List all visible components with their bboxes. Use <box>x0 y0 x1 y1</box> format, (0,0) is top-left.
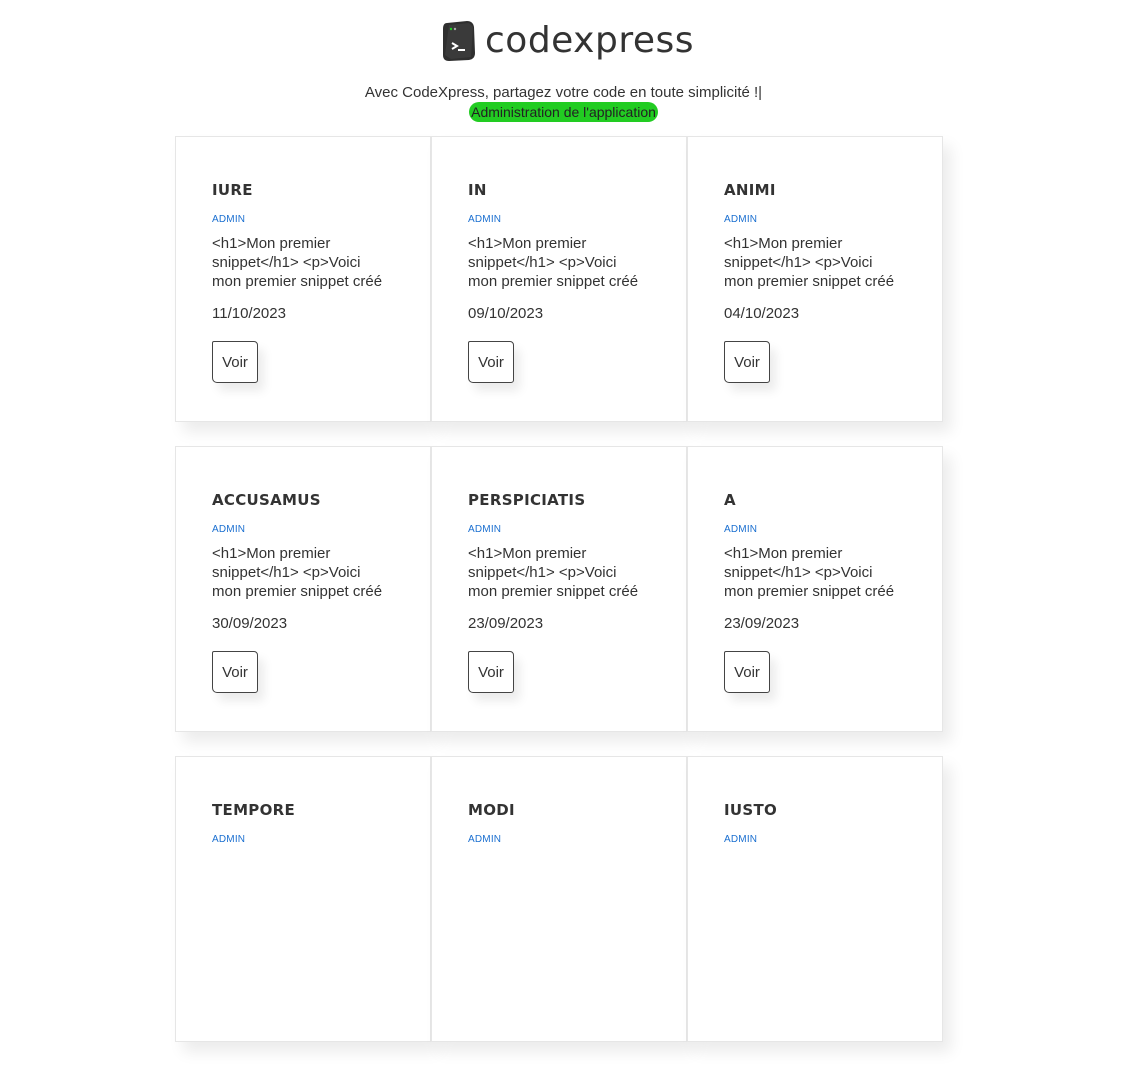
card-author: ADMIN <box>212 214 246 225</box>
card-title: PERSPICIATIS <box>468 491 586 509</box>
card-author: ADMIN <box>724 524 758 535</box>
card-title: A <box>724 491 736 509</box>
card-excerpt: <h1>Mon premier snippet</h1> <p>Voici mo… <box>724 235 895 290</box>
card-author: ADMIN <box>212 834 246 845</box>
card-excerpt: <h1>Mon premier snippet</h1> <p>Voici mo… <box>724 545 895 600</box>
card-title: IURE <box>212 181 253 199</box>
card-author: ADMIN <box>468 524 502 535</box>
card-excerpt: <h1>Mon premier snippet</h1> <p>Voici mo… <box>212 235 383 290</box>
brand-name: codexpress <box>485 20 695 61</box>
card-title: TEMPORE <box>212 801 296 819</box>
snippet-row: ACCUSAMUS ADMIN <h1>Mon premier snippet<… <box>175 446 943 732</box>
card-excerpt: <h1>Mon premier snippet</h1> <p>Voici mo… <box>468 545 639 600</box>
card-author: ADMIN <box>468 834 502 845</box>
view-button[interactable]: Voir <box>212 341 258 383</box>
card-author: ADMIN <box>724 834 758 845</box>
admin-link-container: Administration de l'application <box>0 102 1127 122</box>
admin-link[interactable]: Administration de l'application <box>469 102 658 122</box>
card-title: MODI <box>468 801 515 819</box>
snippet-card: MODI ADMIN <box>431 756 687 1042</box>
view-button[interactable]: Voir <box>724 651 770 693</box>
card-date: 04/10/2023 <box>724 305 800 322</box>
card-date: 09/10/2023 <box>468 305 544 322</box>
terminal-icon <box>443 21 475 61</box>
card-author: ADMIN <box>468 214 502 225</box>
card-excerpt: <h1>Mon premier snippet</h1> <p>Voici mo… <box>468 235 639 290</box>
card-date: 23/09/2023 <box>468 615 544 632</box>
card-excerpt: <h1>Mon premier snippet</h1> <p>Voici mo… <box>212 545 383 600</box>
view-button[interactable]: Voir <box>468 341 514 383</box>
card-author: ADMIN <box>724 214 758 225</box>
tagline: Avec CodeXpress, partagez votre code en … <box>364 84 763 101</box>
snippet-card: TEMPORE ADMIN <box>175 756 431 1042</box>
snippet-card: A ADMIN <h1>Mon premier snippet</h1> <p>… <box>687 446 943 732</box>
view-button[interactable]: Voir <box>212 651 258 693</box>
snippet-card: ACCUSAMUS ADMIN <h1>Mon premier snippet<… <box>175 446 431 732</box>
snippet-card: IUSTO ADMIN <box>687 756 943 1042</box>
snippet-row: TEMPORE ADMIN MODI ADMIN IUSTO ADMIN <box>175 756 943 1042</box>
card-title: ANIMI <box>724 181 776 199</box>
card-title: ACCUSAMUS <box>212 491 321 509</box>
card-title: IUSTO <box>724 801 778 819</box>
snippet-card: PERSPICIATIS ADMIN <h1>Mon premier snipp… <box>431 446 687 732</box>
snippet-card: IN ADMIN <h1>Mon premier snippet</h1> <p… <box>431 136 687 422</box>
brand-logo[interactable]: codexpress <box>441 16 694 66</box>
snippet-grid: IURE ADMIN <h1>Mon premier snippet</h1> … <box>175 136 943 1066</box>
card-date: 23/09/2023 <box>724 615 800 632</box>
view-button[interactable]: Voir <box>468 651 514 693</box>
view-button[interactable]: Voir <box>724 341 770 383</box>
card-author: ADMIN <box>212 524 246 535</box>
snippet-card: ANIMI ADMIN <h1>Mon premier snippet</h1>… <box>687 136 943 422</box>
snippet-row: IURE ADMIN <h1>Mon premier snippet</h1> … <box>175 136 943 422</box>
snippet-card: IURE ADMIN <h1>Mon premier snippet</h1> … <box>175 136 431 422</box>
card-date: 30/09/2023 <box>212 615 288 632</box>
card-title: IN <box>468 181 487 199</box>
page-header: codexpress Avec CodeXpress, partagez vot… <box>0 0 1127 130</box>
card-date: 11/10/2023 <box>212 305 286 322</box>
